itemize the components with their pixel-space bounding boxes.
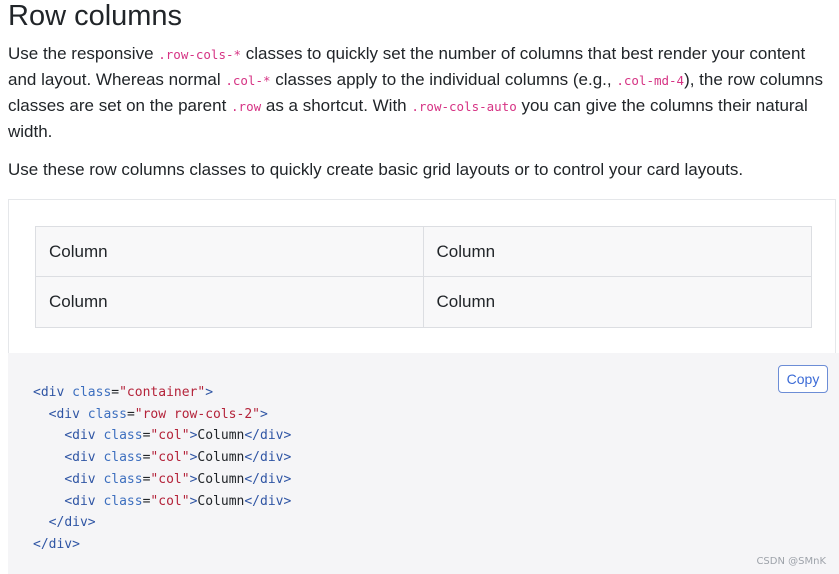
copy-button[interactable]: Copy [778,365,828,393]
inline-code-row-cols: .row-cols-* [158,47,242,62]
code-line: <div class="col">Column</div> [64,471,292,487]
grid-cell: Column [422,226,812,277]
grid-cell: Column [35,226,424,277]
section-heading: Row columns [8,0,183,32]
code-line: <div class="col">Column</div> [64,493,292,509]
code-line: </div> [33,536,80,552]
code-listing: <div class="container"> <div class="row … [33,382,291,556]
inline-code-col-md-4: .col-md-4 [616,73,685,88]
intro-text-5: as a shortcut. With [261,96,412,115]
grid-cell: Column [422,276,812,328]
watermark-text: CSDN @SMnK [756,556,826,567]
code-line: <div class="row row-cols-2"> [48,406,268,422]
inline-code-col: .col-* [225,73,271,88]
intro-paragraph: Use the responsive .row-cols-* classes t… [8,41,834,144]
code-line: <div class="col">Column</div> [64,450,292,466]
intro-text-1: Use the responsive [8,44,159,63]
example-grid: Column Column Column Column [35,226,812,328]
second-paragraph: Use these row columns classes to quickly… [8,160,744,179]
code-line: <div class="col">Column</div> [64,428,292,444]
example-preview: Column Column Column Column [8,199,836,353]
grid-cell: Column [35,276,424,328]
inline-code-row-cols-auto: .row-cols-auto [411,99,517,114]
inline-code-row: .row [231,99,262,114]
code-snippet: Copy <div class="container"> <div class=… [8,353,839,574]
code-line: <div class="container"> [33,385,214,400]
code-line: </div> [48,515,96,531]
documentation-page: Row columns Use the responsive .row-cols… [0,0,839,574]
intro-text-3: classes apply to the individual columns … [270,70,617,89]
